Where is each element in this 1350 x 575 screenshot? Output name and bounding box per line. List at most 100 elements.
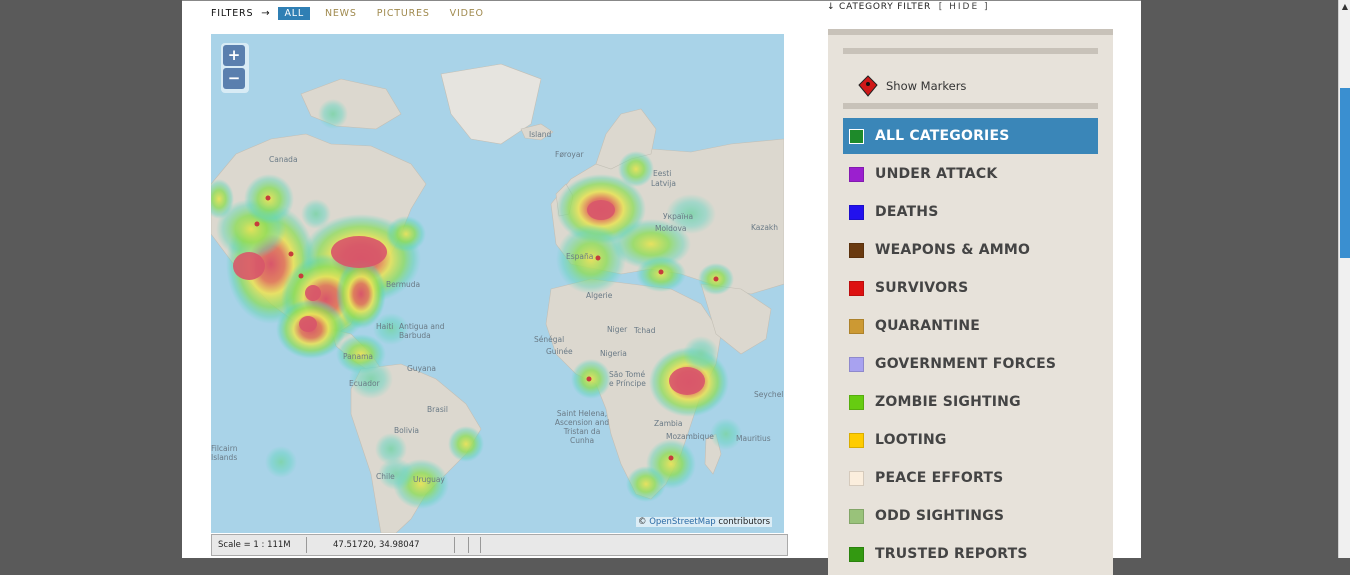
category-item[interactable]: WEAPONS & AMMO (843, 232, 1098, 268)
map-label: Brasil (427, 405, 448, 414)
category-item[interactable]: ODD SIGHTINGS (843, 498, 1098, 534)
category-label: LOOTING (875, 432, 947, 448)
map-label: Moldova (655, 224, 687, 233)
map-label: Saint Helena, Ascension and Tristan da C… (554, 409, 610, 445)
filters-label: FILTERS (211, 7, 254, 19)
arrow-down-icon: ↓ (827, 2, 836, 12)
category-swatch (849, 546, 864, 562)
hide-toggle[interactable]: [ HIDE ] (939, 2, 990, 12)
map-label: España (566, 252, 594, 261)
category-swatch (849, 356, 864, 372)
map-label: Kazakh (751, 223, 779, 232)
category-swatch (849, 508, 864, 524)
attribution-suffix: contributors (718, 517, 771, 527)
category-swatch (849, 128, 864, 144)
map-label: Bolivia (394, 426, 420, 435)
scroll-up-icon[interactable]: ▲ (1340, 2, 1350, 14)
filters-bar: FILTERS → ALL NEWS PICTURES VIDEO (211, 6, 504, 20)
map-label: Island (529, 130, 552, 139)
category-swatch (849, 204, 864, 220)
map-attribution: © OpenStreetMap contributors (636, 517, 773, 527)
map-status-bar: Scale = 1 : 111M 47.51720, 34.98047 (211, 534, 788, 556)
page-scrollbar[interactable]: ▲ (1338, 0, 1350, 558)
divider (454, 537, 455, 553)
map-label: Sénégal (534, 335, 565, 344)
map-label: Mozambique (666, 432, 714, 441)
category-label: ZOMBIE SIGHTING (875, 394, 1021, 410)
scroll-thumb[interactable] (1340, 88, 1350, 258)
filter-news[interactable]: NEWS (325, 8, 357, 19)
category-label: PEACE EFFORTS (875, 470, 1004, 486)
map-label: Mauritius (736, 434, 771, 443)
category-swatch (849, 394, 864, 410)
heatmap-map[interactable]: Canada Island Føroyar Eesti Latvija Укра… (211, 34, 784, 533)
map-graphic (211, 63, 784, 533)
map-label: Bermuda (386, 280, 421, 289)
map-label: Guinée (546, 347, 573, 356)
divider (306, 537, 307, 553)
coordinate-readout: 47.51720, 34.98047 (333, 540, 420, 550)
map-label: Filcairn Islands (211, 444, 238, 462)
top-border (182, 0, 1141, 1)
zoom-control: + − (221, 43, 249, 93)
zoom-in-button[interactable]: + (223, 45, 245, 66)
map-label: Guyana (407, 364, 436, 373)
map-label: Panama (343, 352, 374, 361)
show-markers-toggle[interactable]: Show Markers (858, 75, 966, 97)
category-swatch (849, 318, 864, 334)
category-swatch (849, 242, 864, 258)
category-filter-title: CATEGORY FILTER (839, 2, 932, 12)
map-label: Canada (269, 155, 298, 164)
openstreetmap-link[interactable]: OpenStreetMap (649, 517, 715, 527)
map-label: Eesti (653, 169, 672, 178)
category-swatch (849, 166, 864, 182)
category-item[interactable]: SURVIVORS (843, 270, 1098, 306)
zoom-out-button[interactable]: − (223, 68, 245, 89)
category-label: QUARANTINE (875, 318, 981, 334)
category-label: GOVERNMENT FORCES (875, 356, 1057, 372)
category-item[interactable]: GOVERNMENT FORCES (843, 346, 1098, 382)
divider (468, 537, 469, 553)
category-swatch (849, 432, 864, 448)
category-label: SURVIVORS (875, 280, 969, 296)
arrow-right-icon: → (261, 7, 271, 19)
filter-video[interactable]: VIDEO (450, 8, 484, 19)
map-label: Tchad (634, 326, 656, 335)
divider (480, 537, 481, 553)
filter-all[interactable]: ALL (278, 6, 310, 20)
category-item[interactable]: PEACE EFFORTS (843, 460, 1098, 496)
category-item[interactable]: UNDER ATTACK (843, 156, 1098, 192)
category-item[interactable]: ZOMBIE SIGHTING (843, 384, 1098, 420)
map-label: Seychelles (754, 390, 784, 399)
map-label: Niger (607, 325, 628, 334)
map-label: Latvija (651, 179, 676, 188)
category-panel: Show Markers ALL CATEGORIES UNDER ATTACK D… (828, 29, 1113, 575)
category-item[interactable]: ALL CATEGORIES (843, 118, 1098, 154)
map-label: Antigua and Barbuda (399, 322, 445, 340)
category-filter-header: ↓ CATEGORY FILTER [ HIDE ] (827, 2, 990, 12)
map-label: Algerie (586, 291, 613, 300)
category-label: ALL CATEGORIES (875, 128, 1010, 144)
category-label: ODD SIGHTINGS (875, 508, 1005, 524)
map-label: Ecuador (349, 379, 380, 388)
scale-readout: Scale = 1 : 111M (218, 540, 291, 550)
show-markers-label: Show Markers (886, 79, 967, 93)
category-item[interactable]: TRUSTED REPORTS (843, 536, 1098, 572)
map-label: Chile (376, 472, 395, 481)
category-swatch (849, 470, 864, 486)
category-label: DEATHS (875, 204, 939, 220)
category-item[interactable]: QUARANTINE (843, 308, 1098, 344)
copyright-icon: © (638, 517, 647, 527)
map-label: Føroyar (555, 150, 584, 159)
category-item[interactable]: DEATHS (843, 194, 1098, 230)
divider (843, 103, 1098, 109)
category-swatch (849, 280, 864, 296)
category-label: UNDER ATTACK (875, 166, 998, 182)
divider (843, 48, 1098, 54)
marker-pin-icon (858, 75, 878, 97)
map-label: Nigeria (600, 349, 627, 358)
filter-pictures[interactable]: PICTURES (377, 8, 430, 19)
category-label: TRUSTED REPORTS (875, 546, 1028, 562)
category-item[interactable]: LOOTING (843, 422, 1098, 458)
map-label: Zambia (654, 419, 683, 428)
